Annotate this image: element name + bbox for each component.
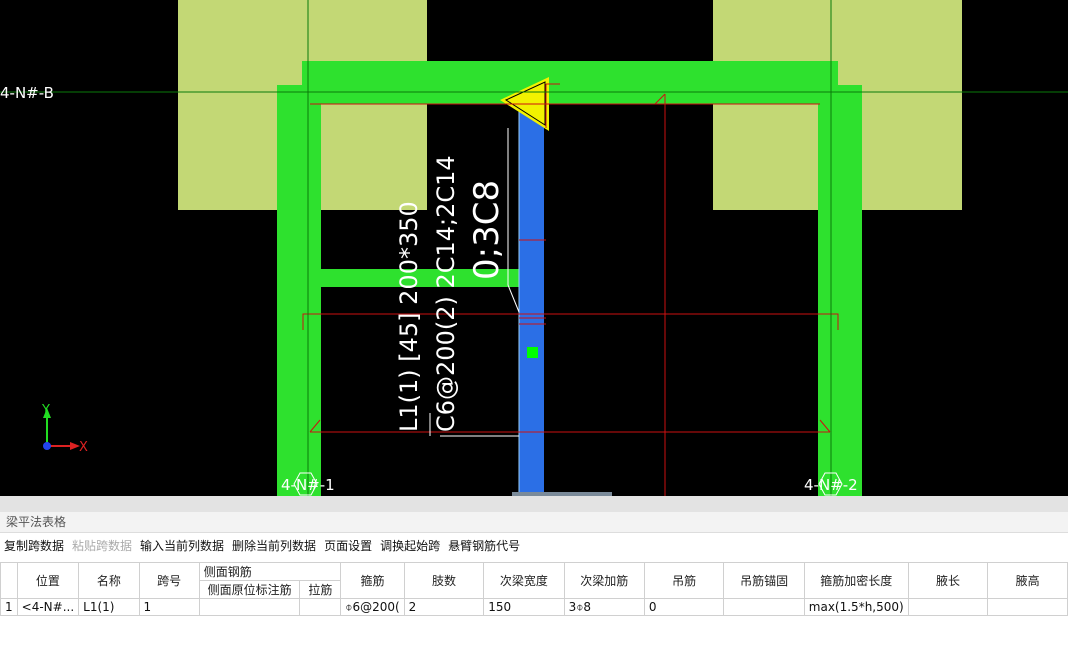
header-legs[interactable]: 肢数 — [403, 562, 485, 599]
header-position[interactable]: 位置 — [16, 562, 80, 599]
header-haunch-height[interactable]: 腋高 — [987, 562, 1068, 599]
header-hanger[interactable]: 吊筋 — [643, 562, 725, 599]
header-group-side-rebar: 侧面钢筋 — [198, 562, 342, 581]
axis-label-row-b[interactable]: 4-N#-B — [0, 84, 54, 102]
cell-name[interactable]: L1(1) — [78, 598, 140, 616]
cell-hanger-anchor[interactable] — [723, 598, 805, 616]
axis-label-col-1: 4-N#-1 — [281, 476, 335, 494]
cell-span[interactable]: 1 — [138, 598, 200, 616]
swap-start-span-button[interactable]: 调换起始跨 — [376, 533, 444, 559]
cell-haunch-length[interactable] — [907, 598, 989, 616]
beam-right-vertical[interactable] — [818, 85, 862, 496]
cell-dense-length[interactable]: max(1.5*h,500) — [803, 598, 909, 616]
header-secondary-width[interactable]: 次梁宽度 — [483, 562, 565, 599]
axis-bubble-1[interactable]: 4-N#-1 — [281, 472, 335, 496]
beam-annotation-line1[interactable]: L1(1) [45] 200*350 — [395, 201, 423, 432]
axis-label-col-2: 4-N#-2 — [804, 476, 858, 494]
cell-hanger[interactable]: 0 — [643, 598, 725, 616]
cell-secondary-add[interactable]: 3⌽8 — [563, 598, 645, 616]
beam-annotation-line3[interactable]: 0;3C8 — [467, 180, 507, 280]
cad-drawing-canvas[interactable]: L1(1) [45] 200*350 C6@200(2) 2C14;2C14 0… — [0, 0, 1068, 496]
header-tie[interactable]: 拉筋 — [299, 580, 342, 599]
grip-point-mid[interactable] — [527, 347, 538, 358]
cell-legs[interactable]: 2 — [403, 598, 485, 616]
beam-left-vertical[interactable] — [277, 85, 321, 496]
ucs-x-label: X — [79, 440, 88, 455]
cell-side-note[interactable] — [198, 598, 301, 616]
panel-toolbar: 复制跨数据 粘贴跨数据 输入当前列数据 删除当前列数据 页面设置 调换起始跨 悬… — [0, 533, 1068, 559]
cell-tie[interactable] — [299, 598, 342, 616]
panel-splitter-bar[interactable] — [0, 496, 1068, 512]
header-hanger-anchor[interactable]: 吊筋锚固 — [723, 562, 805, 599]
header-side-note[interactable]: 侧面原位标注筋 — [198, 580, 301, 599]
header-haunch-length[interactable]: 腋长 — [907, 562, 989, 599]
header-secondary-add[interactable]: 次梁加筋 — [563, 562, 645, 599]
table-row[interactable]: 1 <4-N#... L1(1) 1 ⌽6@200( 2 150 3⌽8 0 m… — [0, 598, 1068, 616]
ucs-icon: Y X — [41, 403, 88, 455]
header-span[interactable]: 跨号 — [138, 562, 200, 599]
delete-column-data-button[interactable]: 删除当前列数据 — [228, 533, 320, 559]
copy-span-data-button[interactable]: 复制跨数据 — [0, 533, 68, 559]
axis-bubble-2[interactable]: 4-N#-2 — [804, 472, 858, 496]
paste-span-data-button[interactable]: 粘贴跨数据 — [68, 533, 136, 559]
cell-secondary-width[interactable]: 150 — [483, 598, 565, 616]
cantilever-rebar-code-button[interactable]: 悬臂钢筋代号 — [444, 533, 524, 559]
beam-table-panel: 梁平法表格 复制跨数据 粘贴跨数据 输入当前列数据 删除当前列数据 页面设置 调… — [0, 496, 1068, 653]
beam-data-table: 位置 名称 跨号 侧面钢筋 箍筋 肢数 次梁宽度 次梁加筋 吊筋 吊筋锚固 箍筋… — [0, 562, 1068, 616]
beam-annotation-line2[interactable]: C6@200(2) 2C14;2C14 — [432, 155, 460, 432]
header-dense-length[interactable]: 箍筋加密长度 — [803, 562, 909, 599]
header-rownum — [0, 562, 18, 599]
input-column-data-button[interactable]: 输入当前列数据 — [136, 533, 228, 559]
page-setup-button[interactable]: 页面设置 — [320, 533, 376, 559]
header-name[interactable]: 名称 — [78, 562, 140, 599]
cell-haunch-height[interactable] — [987, 598, 1068, 616]
header-stirrup[interactable]: 箍筋 — [340, 562, 405, 599]
cell-position[interactable]: <4-N#... — [16, 598, 80, 616]
beam-top[interactable] — [302, 61, 838, 104]
cell-stirrup[interactable]: ⌽6@200( — [340, 598, 405, 616]
selected-beam-l1[interactable] — [519, 100, 544, 496]
ucs-y-label: Y — [41, 403, 50, 418]
cad-drawing[interactable]: L1(1) [45] 200*350 C6@200(2) 2C14;2C14 0… — [0, 0, 1068, 496]
cell-rownum: 1 — [0, 598, 18, 616]
panel-title: 梁平法表格 — [0, 512, 1068, 533]
